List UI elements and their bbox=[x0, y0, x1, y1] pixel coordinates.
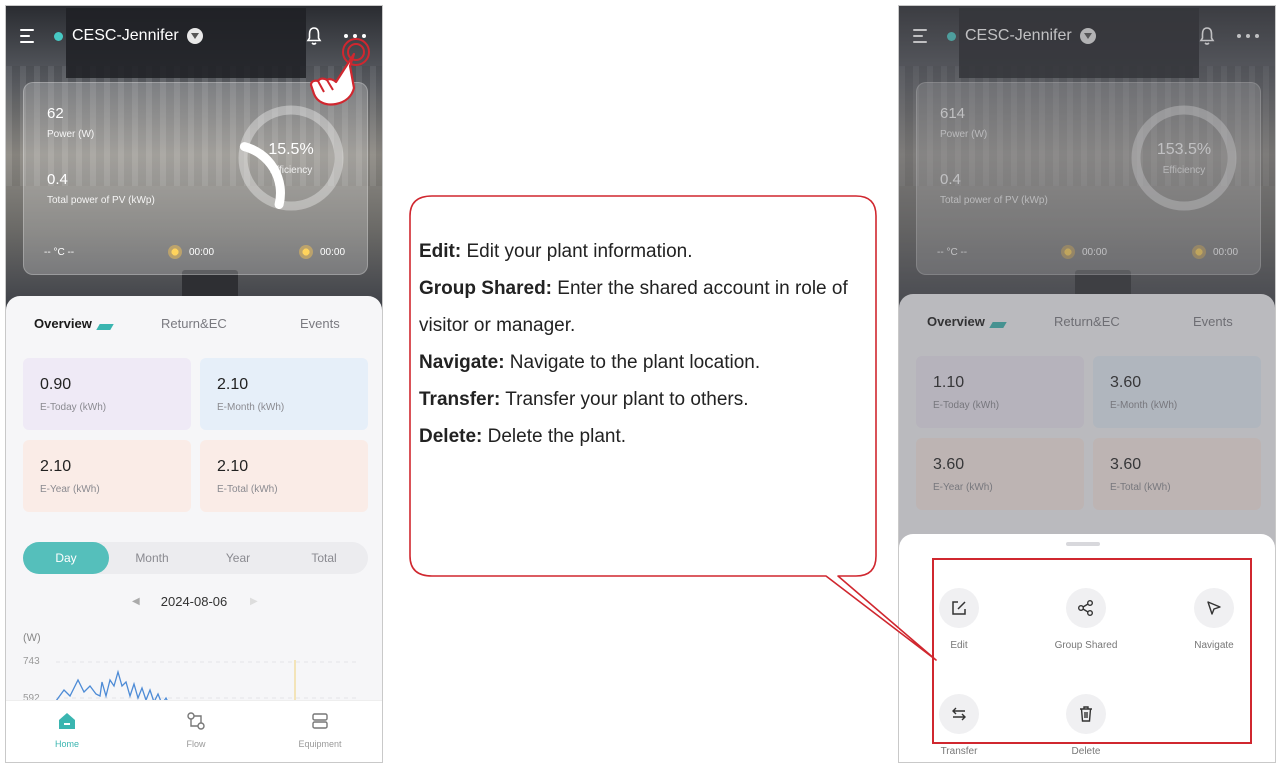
callout-descriptions: Edit: Edit your plant information. Group… bbox=[419, 233, 879, 455]
callout-group-shared: Group Shared: Enter the shared account i… bbox=[419, 278, 848, 336]
callout-edit: Edit: Edit your plant information. bbox=[419, 241, 693, 262]
action-sheet-highlight-box bbox=[932, 558, 1252, 744]
callout-delete: Delete: Delete the plant. bbox=[419, 426, 627, 447]
callout-navigate: Navigate: Navigate to the plant location… bbox=[419, 352, 761, 373]
callout-transfer: Transfer: Transfer your plant to others. bbox=[419, 389, 749, 410]
